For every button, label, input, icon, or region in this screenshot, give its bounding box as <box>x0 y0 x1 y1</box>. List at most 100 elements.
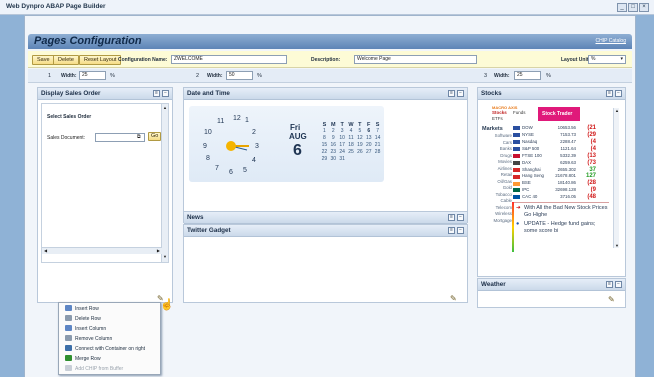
menu-item-insert-column[interactable]: Insert Column <box>65 325 106 334</box>
calendar-day[interactable]: 30 <box>329 156 338 163</box>
minimize-icon[interactable]: − <box>457 227 464 234</box>
calendar-day[interactable] <box>355 156 364 163</box>
stock-row[interactable]: S&P 500 1121.64 (4 <box>513 146 609 153</box>
calendar-day[interactable]: 20 <box>364 142 373 149</box>
chip-catalog-link[interactable]: CHIP Catalog <box>596 38 626 44</box>
calendar-day[interactable]: 24 <box>338 149 347 156</box>
go-button[interactable]: Go <box>148 132 162 141</box>
calendar-day[interactable]: 1 <box>320 128 329 135</box>
menu-item-connect-container[interactable]: Connect with Container on right <box>65 345 145 354</box>
calendar-day[interactable]: 23 <box>329 149 338 156</box>
panel-menu-icon[interactable]: ≡ <box>606 281 613 288</box>
unit-label: % <box>110 73 115 79</box>
etfs-tab[interactable]: ETFs <box>492 116 503 121</box>
index-name: CAC 40 <box>522 194 538 200</box>
stock-row[interactable]: Hang Seng 21678.801 127 <box>513 173 609 180</box>
stocks-tab[interactable]: Stocks <box>492 110 507 115</box>
minimize-icon[interactable]: _ <box>617 3 627 12</box>
minimize-icon[interactable]: − <box>457 214 464 221</box>
calendar-day[interactable]: 31 <box>338 156 347 163</box>
maximize-icon[interactable]: □ <box>628 3 638 12</box>
calendar-day[interactable]: 29 <box>320 156 329 163</box>
calendar-day[interactable] <box>347 156 356 163</box>
calendar-day[interactable]: 13 <box>364 135 373 142</box>
stock-row[interactable]: FTSE 100 5332.39 (13 <box>513 153 609 160</box>
calendar-day[interactable]: 16 <box>329 142 338 149</box>
panel-menu-icon[interactable]: ≡ <box>448 214 455 221</box>
calendar-day[interactable]: 17 <box>338 142 347 149</box>
calendar-day[interactable]: 2 <box>329 128 338 135</box>
calendar-day[interactable]: 8 <box>320 135 329 142</box>
close-icon[interactable]: × <box>639 3 649 12</box>
calendar-day[interactable]: 4 <box>347 128 356 135</box>
news-headline[interactable]: UPDATE - Hedge fund gains; some score bi <box>524 221 608 235</box>
menu-item-delete-row[interactable]: Delete Row <box>65 315 101 324</box>
calendar-day[interactable]: 25 <box>347 149 356 156</box>
panel-menu-icon[interactable]: ≡ <box>606 90 613 97</box>
calendar-day[interactable]: 6 <box>364 128 373 135</box>
column-1-width-input[interactable]: 25 <box>79 71 106 80</box>
calendar-day[interactable] <box>364 156 373 163</box>
funds-tab[interactable]: Funds <box>513 110 526 115</box>
calendar-day[interactable]: 27 <box>364 149 373 156</box>
edit-pencil-icon[interactable]: ✎ <box>450 294 457 303</box>
stock-row[interactable]: BSE 18140.86 (28 <box>513 180 609 187</box>
layout-unit-select[interactable]: % ▾ <box>588 55 626 64</box>
save-button[interactable]: Save <box>32 55 55 65</box>
minimize-icon[interactable]: − <box>615 90 622 97</box>
minimize-icon[interactable]: − <box>457 90 464 97</box>
menu-item-remove-column[interactable]: Remove Column <box>65 335 112 344</box>
minimize-icon[interactable]: − <box>162 90 169 97</box>
scroll-left-icon[interactable]: ◀ <box>44 248 47 253</box>
panel-menu-icon[interactable]: ≡ <box>448 90 455 97</box>
vertical-scrollbar[interactable]: ▲ ▼ <box>613 108 619 248</box>
calendar-day[interactable]: 11 <box>347 135 356 142</box>
menu-item-merge-row[interactable]: Merge Row <box>65 355 101 364</box>
vertical-scrollbar[interactable]: ▲ ▼ <box>161 104 168 262</box>
calendar-day[interactable]: 14 <box>373 135 382 142</box>
edit-pencil-icon[interactable]: ✎ <box>608 295 615 304</box>
calendar-day[interactable]: 28 <box>373 149 382 156</box>
stock-row[interactable]: DOW 10653.56 (21 <box>513 125 609 132</box>
reset-layout-button[interactable]: Reset Layout <box>79 55 122 65</box>
calendar-day[interactable]: 26 <box>355 149 364 156</box>
calendar-day[interactable]: 22 <box>320 149 329 156</box>
stock-row[interactable]: NYSE 7153.73 (29 <box>513 132 609 139</box>
calendar-day[interactable]: 9 <box>329 135 338 142</box>
value-help-icon[interactable]: ⧉ <box>137 134 141 140</box>
stock-row[interactable]: IPC 32698.128 (9 <box>513 187 609 194</box>
panel-menu-icon[interactable]: ≡ <box>153 90 160 97</box>
scroll-down-icon[interactable]: ▼ <box>615 243 619 248</box>
scroll-up-icon[interactable]: ▲ <box>163 105 167 110</box>
calendar-day[interactable]: 10 <box>338 135 347 142</box>
calendar-day[interactable]: 7 <box>373 128 382 135</box>
index-value: 3716.05 <box>560 194 576 200</box>
horizontal-scrollbar[interactable]: ◀ ▶ <box>42 247 162 254</box>
stock-row[interactable]: DAX 6259.63 (73 <box>513 159 609 166</box>
description-input[interactable]: Welcome Page <box>354 55 477 64</box>
calendar-day[interactable] <box>373 156 382 163</box>
calendar-day[interactable]: 19 <box>355 142 364 149</box>
calendar-day[interactable]: 3 <box>338 128 347 135</box>
scroll-right-icon[interactable]: ▶ <box>157 248 160 253</box>
minimize-icon[interactable]: − <box>615 281 622 288</box>
sector-item[interactable]: Mortgage <box>481 218 512 225</box>
column-2-width-input[interactable]: 50 <box>226 71 253 80</box>
stock-row[interactable]: Nasdaq 2288.47 (4 <box>513 139 609 146</box>
menu-item-insert-row[interactable]: Insert Row <box>65 305 99 314</box>
calendar-day[interactable]: 15 <box>320 142 329 149</box>
delete-button[interactable]: Delete <box>53 55 79 65</box>
calendar-widget: 12 1 2 3 4 5 6 7 8 9 10 11 Fri AUG 6 SMT… <box>189 106 384 182</box>
stock-row[interactable]: CAC 40 3716.05 (48 <box>513 194 609 201</box>
scroll-down-icon[interactable]: ▼ <box>163 254 167 259</box>
stock-row[interactable]: Shanghai 2655.302 37 <box>513 166 609 173</box>
news-headline[interactable]: With All the Bad New Stock Prices Go Hig… <box>524 205 608 219</box>
calendar-day[interactable]: 21 <box>373 142 382 149</box>
calendar-day[interactable]: 5 <box>355 128 364 135</box>
scroll-up-icon[interactable]: ▲ <box>615 108 619 113</box>
calendar-day[interactable]: 12 <box>355 135 364 142</box>
panel-menu-icon[interactable]: ≡ <box>448 227 455 234</box>
calendar-day[interactable]: 18 <box>347 142 356 149</box>
column-3-width-input[interactable]: 25 <box>514 71 541 80</box>
config-name-input[interactable]: ZWELCOME <box>171 55 287 64</box>
